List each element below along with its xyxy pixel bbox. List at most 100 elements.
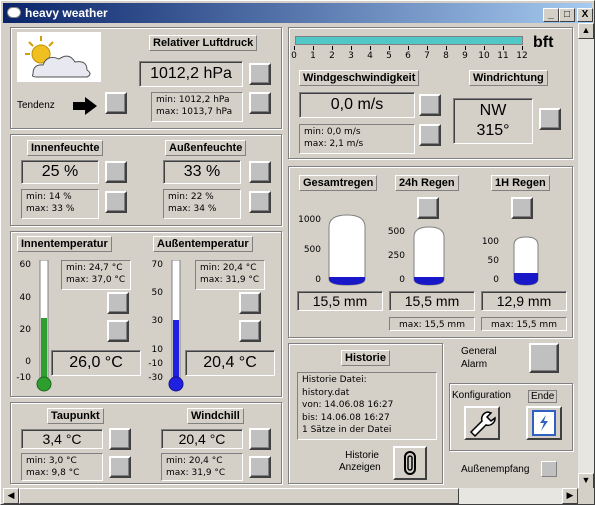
wind-direction-button[interactable] [539, 108, 561, 130]
total-rain-gauge [325, 213, 369, 290]
outdoor-thermometer [167, 259, 185, 395]
beaufort-tickmark [351, 46, 352, 50]
main-window: heavy weather _ □ X Relativer Luftdruck … [0, 0, 595, 505]
scroll-up-button[interactable]: ▲ [578, 23, 594, 39]
pressure-button[interactable] [249, 63, 271, 85]
minimize-button[interactable]: _ [543, 8, 559, 22]
indoor-humidity-minmax-button[interactable] [105, 191, 127, 213]
title-bar: heavy weather _ □ X [3, 3, 593, 23]
rain-24h-max: max: 15,5 mm [389, 317, 475, 331]
trend-label: Tendenz [17, 100, 55, 111]
windchill-value: 20,4 °C [161, 429, 243, 449]
beaufort-bar-fill [296, 37, 522, 44]
beaufort-tick-label: 4 [367, 51, 373, 61]
rain-1h-tick-0: 0 [493, 275, 499, 285]
beaufort-tick-label: 7 [424, 51, 430, 61]
rain-24h-button[interactable] [417, 197, 439, 219]
windchill-minmax-button[interactable] [249, 456, 271, 478]
config-label: Konfiguration [452, 390, 511, 401]
outdoor-humidity-minmax-button[interactable] [249, 191, 271, 213]
dewpoint-button[interactable] [109, 428, 131, 450]
exit-icon [532, 410, 556, 436]
rain-1h-tick-100: 100 [481, 237, 499, 247]
outdoor-temp-button-2[interactable] [239, 320, 261, 342]
dewpoint-minmax-button[interactable] [109, 456, 131, 478]
wind-speed-button[interactable] [419, 94, 441, 116]
vertical-scrollbar[interactable]: ▲ ▼ [578, 23, 594, 489]
windchill-min: min: 20,4 °C [166, 456, 223, 466]
beaufort-tickmark [427, 46, 428, 50]
history-show-line2: Anzeigen [339, 462, 381, 473]
maximize-button[interactable]: □ [559, 8, 575, 22]
beaufort-tick-label: 11 [497, 51, 509, 61]
history-label: Historie [341, 350, 390, 366]
outdoor-temp-max: max: 31,9 °C [200, 275, 260, 285]
pressure-value: 1012,2 hPa [139, 61, 243, 87]
end-button[interactable] [526, 406, 562, 440]
beaufort-tick-label: 12 [516, 51, 528, 61]
outdoor-temp-value: 20,4 °C [185, 350, 275, 376]
windchill-button[interactable] [249, 428, 271, 450]
beaufort-tick-label: 1 [310, 51, 316, 61]
indoor-temp-value: 26,0 °C [51, 350, 141, 376]
outdoor-temp-button-1[interactable] [239, 292, 261, 314]
rain-panel: Gesamtregen 24h Regen 1H Regen 1000 500 … [288, 166, 573, 338]
general-alarm-button[interactable] [529, 343, 559, 373]
in-tick-20: 20 [19, 325, 31, 335]
horizontal-scrollbar[interactable]: ◀ ▶ [3, 488, 578, 504]
config-button[interactable] [464, 406, 500, 440]
rain-1h-gauge [511, 235, 541, 290]
close-button[interactable]: X [577, 8, 593, 22]
size-grip[interactable] [578, 488, 594, 504]
dewpoint-max: max: 9,8 °C [26, 468, 80, 478]
total-rain-value: 15,5 mm [297, 291, 383, 311]
trend-button[interactable] [105, 92, 127, 114]
history-panel: Historie Historie Datei: history.dat von… [288, 343, 443, 484]
wind-min: min: 0,0 m/s [304, 127, 361, 137]
reception-label: Außenempfang [461, 464, 530, 475]
indoor-temp-min: min: 24,7 °C [66, 263, 123, 273]
dewpoint-value: 3,4 °C [21, 429, 103, 449]
rain-1h-button[interactable] [511, 197, 533, 219]
in-tick-60: 60 [19, 260, 31, 270]
history-show-button[interactable] [393, 446, 427, 480]
pressure-panel: Relativer Luftdruck 1012,2 hPa Tendenz m… [10, 27, 282, 129]
total-rain-tick-500: 500 [303, 245, 321, 255]
beaufort-tick-label: 6 [405, 51, 411, 61]
history-filename: history.dat [302, 387, 350, 398]
indoor-humidity-label: Innenfeuchte [27, 140, 104, 156]
beaufort-tickmark [294, 46, 295, 50]
total-rain-tick-0: 0 [315, 275, 321, 285]
beaufort-tickmark [465, 46, 466, 50]
outdoor-humidity-button[interactable] [249, 161, 271, 183]
scroll-down-button[interactable]: ▼ [578, 473, 594, 489]
indoor-temp-minmax: min: 24,7 °C max: 37,0 °C [61, 260, 131, 290]
indoor-temp-label: Innentemperatur [17, 236, 112, 252]
indoor-temp-button-1[interactable] [107, 292, 129, 314]
beaufort-unit: bft [533, 34, 554, 51]
wind-minmax: min: 0,0 m/s max: 2,1 m/s [299, 124, 415, 154]
history-to: bis: 14.06.08 16:27 [302, 412, 390, 423]
outdoor-humidity-min: min: 22 % [168, 192, 214, 202]
windchill-max: max: 31,9 °C [166, 468, 226, 478]
scroll-right-button[interactable]: ▶ [562, 488, 578, 504]
out-tick-minus10: -10 [148, 359, 163, 369]
scroll-thumb[interactable] [19, 488, 459, 504]
end-label: Ende [528, 390, 558, 403]
pressure-label: Relativer Luftdruck [149, 35, 258, 51]
history-record-count: 1 Sätze in der Datei [302, 425, 392, 435]
outdoor-humidity-label: Außenfeuchte [165, 140, 247, 156]
windchill-label: Windchill [187, 408, 244, 424]
indoor-humidity-button[interactable] [105, 161, 127, 183]
beaufort-tickmark [484, 46, 485, 50]
wind-speed-label: Windgeschwindigkeit [299, 70, 420, 86]
wind-minmax-button[interactable] [419, 124, 441, 146]
rain-1h-max: max: 15,5 mm [481, 317, 567, 331]
dewpoint-windchill-panel: Taupunkt Windchill 3,4 °C 20,4 °C min: 3… [10, 402, 282, 484]
outdoor-humidity-minmax: min: 22 % max: 34 % [163, 189, 241, 219]
indoor-temp-button-2[interactable] [107, 320, 129, 342]
dewpoint-min: min: 3,0 °C [26, 456, 77, 466]
scroll-left-button[interactable]: ◀ [3, 488, 19, 504]
indoor-humidity-value: 25 % [21, 160, 99, 184]
pressure-minmax-button[interactable] [249, 92, 271, 114]
